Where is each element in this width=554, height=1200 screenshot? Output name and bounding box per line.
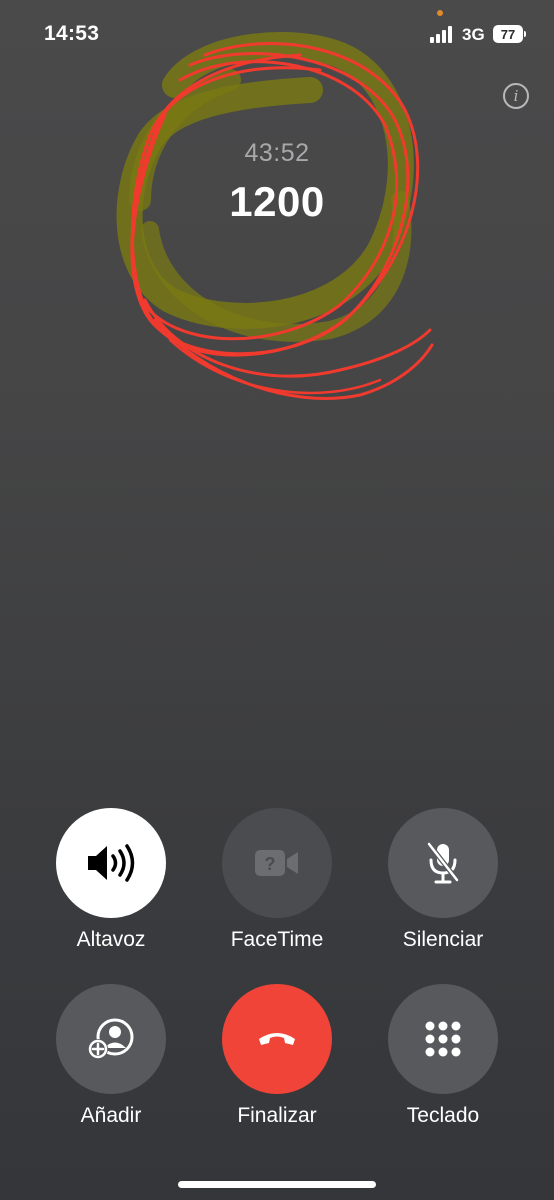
mute-button[interactable] — [388, 808, 498, 918]
add-person-icon — [88, 1018, 134, 1059]
mute-label: Silenciar — [402, 928, 484, 951]
call-number: 1200 — [229, 178, 325, 225]
speaker-button[interactable] — [56, 808, 166, 918]
add-call-label: Añadir — [80, 1104, 142, 1127]
keypad-button[interactable] — [388, 984, 498, 1094]
info-icon[interactable]: i — [503, 83, 529, 109]
keypad-icon — [425, 1021, 461, 1057]
facetime-unavailable-icon: ? — [255, 850, 298, 876]
cellular-signal-icon — [430, 26, 456, 43]
microphone-slash-icon — [426, 841, 460, 884]
svg-text:?: ? — [265, 854, 276, 874]
home-indicator[interactable] — [178, 1181, 376, 1188]
scribble-stroke — [153, 318, 434, 400]
end-call-button[interactable] — [222, 984, 332, 1094]
scribble-stroke — [143, 298, 432, 378]
network-type: 3G — [462, 25, 485, 44]
facetime-label: FaceTime — [230, 928, 324, 951]
battery-icon: 77 — [493, 25, 523, 43]
battery-nub — [524, 31, 526, 37]
speaker-label: Altavoz — [76, 928, 146, 951]
facetime-button[interactable]: ? — [222, 808, 332, 918]
scribble-stroke — [168, 338, 382, 395]
keypad-label: Teclado — [406, 1104, 480, 1127]
end-call-icon — [259, 1033, 295, 1045]
speaker-icon — [88, 844, 135, 882]
add-call-button[interactable] — [56, 984, 166, 1094]
end-call-label: Finalizar — [237, 1104, 317, 1127]
status-time: 14:53 — [44, 22, 100, 45]
call-duration: 43:52 — [244, 139, 310, 167]
battery-level: 77 — [500, 26, 516, 42]
privacy-indicator-dot — [437, 10, 443, 16]
